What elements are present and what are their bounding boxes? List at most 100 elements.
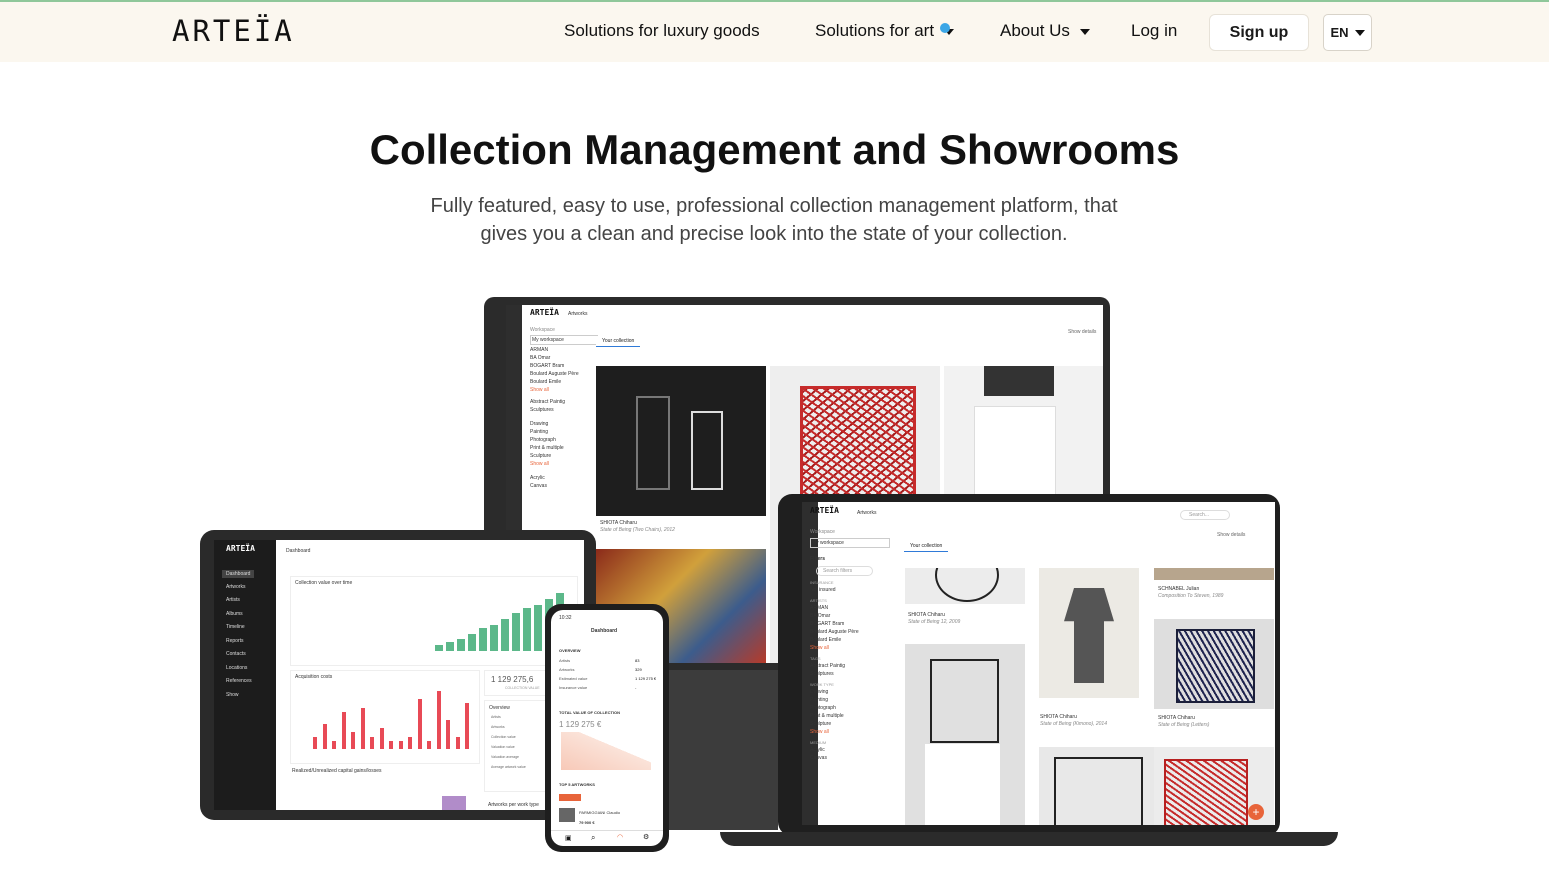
tablet-menu-item: Artworks [226, 583, 246, 590]
chevron-down-icon [1079, 28, 1090, 35]
nav-login-label: Log in [1131, 21, 1178, 40]
laptop-not-insured: Not insured [810, 587, 836, 593]
monitor-worktype-filter: Drawing [530, 421, 549, 427]
nav-about-us[interactable]: About Us [1000, 21, 1090, 41]
green-bar [446, 642, 454, 651]
tablet-sidebar: ARTEÏA Dashboard Artworks Artists Albums Tim… [214, 540, 276, 810]
artwork-thumb-white-pedestal [944, 366, 1103, 496]
hero-subtitle-line2: gives you a clean and precise look into … [480, 223, 1068, 245]
red-bar [398, 740, 403, 749]
red-bar-series [305, 689, 475, 749]
monitor-medium-filter: Acrylic [530, 475, 545, 481]
monitor-worktype-filter: Painting [530, 429, 549, 435]
red-bar [427, 740, 431, 749]
tablet-page-title: Dashboard [286, 548, 311, 554]
monitor-workspace-select: My workspace [530, 335, 598, 345]
monitor-caption-title: State of Being (Two Chairs), 2012 [600, 527, 675, 533]
monitor-workspace-label: Workspace [530, 327, 555, 333]
nav-solutions-art[interactable]: Solutions for art [815, 21, 955, 41]
chart1-title: Collection value over time [295, 580, 353, 586]
laptop-tag-filter: Sculptures [810, 671, 834, 677]
laptop-card4-title: State of Being (Letters) [1158, 722, 1210, 728]
tablet-menu-item: Locations [226, 664, 248, 671]
chart2-title: Acquisition costs [295, 674, 333, 680]
laptop-card1-artist: SHIOTA Chiharu [908, 612, 945, 618]
red-bar [408, 736, 412, 749]
monitor-medium-filter: Canvas [530, 483, 547, 489]
laptop-medium-filter: Acrylic [810, 747, 825, 753]
laptop-card2-artist: SHIOTA Chiharu [1040, 714, 1077, 720]
laptop-worktype-filter: Sculpture [810, 721, 832, 727]
red-bar [341, 711, 346, 749]
gear-icon: ⚙ [643, 834, 650, 841]
laptop-tab-collection: Your collection [904, 541, 949, 552]
laptop-base [720, 832, 1338, 846]
language-selector[interactable]: EN [1323, 14, 1372, 51]
red-bar [313, 736, 317, 749]
tablet-menu-item: Albums [226, 610, 243, 617]
monitor-worktype-filter: Photograph [530, 437, 556, 443]
laptop-artist-filter: Boulard Auguste Père [810, 629, 859, 635]
laptop-mockup: ARTEÏA Artworks Search... Workspace My w… [778, 494, 1280, 836]
laptop-show-all: Show all [810, 729, 829, 735]
laptop-card4-artist: SHIOTA Chiharu [1158, 715, 1195, 721]
notification-dot-icon [940, 23, 950, 33]
purple-bar [442, 796, 466, 810]
collection-value-chart: Collection value over time [290, 576, 578, 666]
red-bar [436, 691, 441, 749]
phone-screen: 10:32 Dashboard OVERVIEW Artists 83 Artwor… [551, 610, 663, 846]
overview-row: Artworks [491, 725, 505, 729]
green-bar [490, 624, 498, 651]
laptop-tag-filter: Abstract Paintig [810, 663, 846, 669]
laptop-artist-filter: BA Omar [810, 613, 831, 619]
laptop-artist-filter: ARMAN [810, 605, 829, 611]
nav-login[interactable]: Log in [1131, 21, 1177, 41]
phone-total-label: TOTAL VALUE OF COLLECTION [559, 710, 621, 715]
laptop-art-cube [905, 644, 1025, 825]
green-bar [435, 645, 443, 651]
nav-luxury-goods[interactable]: Solutions for luxury goods [564, 21, 760, 41]
red-bar [389, 740, 393, 749]
signup-button[interactable]: Sign up [1209, 14, 1309, 51]
tablet-mockup: ARTEÏA Dashboard Artworks Artists Albums Tim… [200, 530, 596, 820]
red-bar [370, 736, 374, 749]
tablet-logo: ARTEÏA [226, 544, 255, 553]
red-bar [465, 703, 469, 749]
monitor-worktype-filter: Print & multiple [530, 445, 564, 451]
green-bar [468, 633, 476, 651]
monitor-artist-filter: Boulard Emile [530, 379, 562, 385]
red-bar [379, 728, 384, 749]
green-bar [501, 619, 509, 651]
tablet-menu-item: References [226, 678, 252, 684]
chevron-down-icon [1354, 29, 1365, 36]
overview-row: Collection value [491, 735, 516, 739]
laptop-workspace-select: My workspace [810, 538, 890, 548]
phone-row-label: Artworks [559, 667, 575, 672]
laptop-card3-title: Composition To Steven, 1989 [1158, 593, 1224, 599]
monitor-tab-collection: Your collection [596, 336, 641, 347]
monitor-page-title: Artworks [568, 311, 588, 317]
green-bar [457, 639, 465, 651]
red-bar [351, 732, 355, 749]
tablet-menu-item: Artists [226, 597, 240, 603]
tablet-menu-item: Dashboard [222, 570, 255, 578]
hero-subtitle: Fully featured, easy to use, professiona… [374, 192, 1174, 248]
red-bar [417, 699, 422, 749]
phone-mockup: 10:32 Dashboard OVERVIEW Artists 83 Artwor… [545, 604, 669, 852]
language-label: EN [1330, 25, 1349, 40]
laptop-artists-label: ARTISTS [810, 598, 827, 603]
laptop-art-kimono [1039, 568, 1139, 698]
dashboard-icon: ◠ [617, 834, 624, 841]
monitor-tag-filter: Abstract Paintig [530, 399, 566, 405]
phone-tab-bar: ▣ ⌕ ◠ ⚙ [551, 830, 663, 846]
monitor-artist-filter: BA Omar [530, 355, 551, 361]
laptop-worktype-filter: Drawing [810, 689, 829, 695]
laptop-show-all: Show all [810, 645, 829, 651]
monitor-caption-artist: SHIOTA Chiharu [600, 520, 637, 526]
add-fab-icon: + [1248, 804, 1264, 820]
artwork-thumb-chairs [596, 366, 766, 516]
laptop-filters-title: Filters [810, 556, 826, 562]
laptop-logo: ARTEÏA [810, 506, 839, 515]
overview-title: Overview [489, 705, 510, 711]
laptop-screen: ARTEÏA Artworks Search... Workspace My w… [802, 502, 1275, 825]
